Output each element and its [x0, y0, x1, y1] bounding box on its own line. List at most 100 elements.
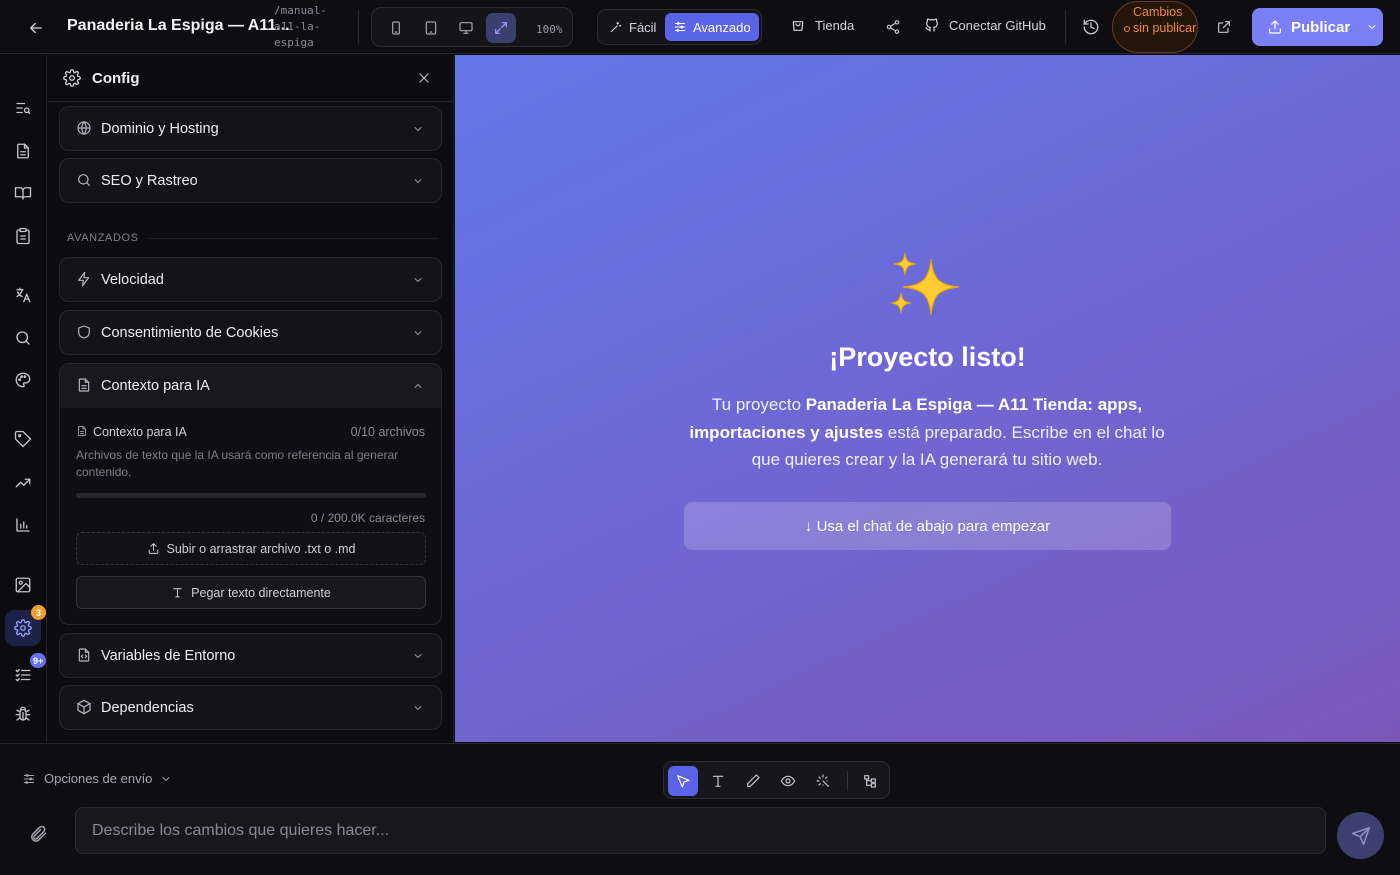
usage-progress-bar	[76, 493, 426, 498]
trending-up-icon[interactable]	[5, 465, 41, 501]
file-code-icon	[76, 647, 92, 663]
search-icon	[76, 172, 92, 188]
search-list-icon[interactable]	[5, 91, 41, 117]
config-panel-header: Config	[48, 55, 453, 102]
bar-chart-icon[interactable]	[5, 507, 41, 543]
image-icon[interactable]	[5, 567, 41, 603]
ready-text-prefix: Tu proyecto	[711, 395, 806, 414]
send-options-button[interactable]: Opciones de envío	[22, 771, 172, 786]
book-icon[interactable]	[5, 175, 41, 211]
send-options-label: Opciones de envío	[44, 771, 153, 786]
eye-icon[interactable]	[773, 766, 803, 796]
upload-icon	[148, 543, 158, 554]
divider	[148, 238, 438, 239]
store-label: Tienda	[815, 17, 855, 33]
unsaved-changes-badge[interactable]: Cambios sin publicar	[1112, 1, 1198, 53]
pages-icon[interactable]	[5, 133, 41, 169]
connect-github-button[interactable]: Conectar GitHub	[924, 17, 1046, 33]
mobile-view-icon[interactable]	[381, 13, 411, 43]
accordion-label: Variables de Entorno	[101, 648, 236, 664]
github-icon	[925, 18, 938, 32]
layers-tree-icon[interactable]	[855, 766, 885, 796]
tag-icon[interactable]	[5, 421, 41, 457]
back-arrow-icon[interactable]	[22, 14, 50, 42]
tablet-view-icon[interactable]	[416, 13, 446, 43]
accordion-cookies[interactable]: Consentimiento de Cookies	[59, 310, 442, 355]
easy-mode-button[interactable]: Fácil	[601, 13, 664, 41]
easy-mode-label: Fácil	[629, 19, 657, 35]
gear-icon	[63, 69, 81, 87]
search-icon[interactable]	[5, 320, 41, 356]
cursor-select-icon[interactable]	[668, 766, 698, 796]
text-icon	[173, 588, 182, 598]
shield-icon	[76, 324, 92, 340]
clipboard-icon[interactable]	[5, 218, 41, 254]
sliders-icon	[23, 773, 35, 784]
store-button[interactable]: Tienda	[790, 17, 854, 33]
ready-title: ¡Proyecto listo!	[829, 342, 1026, 372]
bug-icon[interactable]	[5, 696, 41, 732]
status-dot-icon	[1124, 26, 1130, 32]
shopping-bag-icon	[792, 21, 804, 31]
publish-label: Publicar	[1291, 18, 1351, 36]
advanced-mode-label: Avanzado	[693, 19, 751, 35]
project-title: Panaderia La Espiga — A11...	[67, 17, 290, 34]
sliders-icon	[674, 22, 686, 32]
accordion-speed[interactable]: Velocidad	[59, 257, 442, 302]
divider	[358, 10, 359, 44]
upload-file-button[interactable]: Subir o arrastrar archivo .txt o .md	[76, 532, 426, 565]
tasks-badge: 9+	[30, 653, 47, 668]
settings-badge: 3	[31, 605, 46, 620]
chat-hint-box: ↓ Usa el chat de abajo para empezar	[684, 502, 1171, 550]
chevron-down-icon[interactable]	[1366, 21, 1378, 33]
chevron-down-icon	[412, 327, 424, 339]
accordion-seo[interactable]: SEO y Rastreo	[59, 158, 442, 203]
fullscreen-view-icon[interactable]	[486, 13, 516, 43]
edit-tools-toolbar	[663, 761, 890, 799]
package-icon	[76, 699, 92, 715]
share-icon[interactable]	[884, 18, 902, 36]
ready-description: Tu proyecto Panaderia La Espiga — A11 Ti…	[677, 391, 1177, 474]
top-bar: Panaderia La Espiga — A11... /manual-a11…	[0, 0, 1400, 54]
paste-text-label: Pegar texto directamente	[191, 585, 331, 600]
close-icon[interactable]	[416, 70, 432, 86]
connect-github-label: Conectar GitHub	[949, 17, 1046, 33]
unsaved-changes-label: Cambios sin publicar	[1133, 5, 1197, 35]
context-description: Archivos de texto que la IA usará como r…	[76, 448, 399, 479]
accordion-ai-context-header[interactable]: Contexto para IA	[60, 364, 441, 408]
history-icon[interactable]	[1080, 16, 1102, 38]
chevron-down-icon	[412, 175, 424, 187]
external-link-icon[interactable]	[1215, 18, 1233, 36]
text-tool-icon[interactable]	[703, 766, 733, 796]
document-icon	[76, 377, 92, 393]
accordion-label: Dependencias	[101, 700, 194, 716]
advanced-mode-button[interactable]: Avanzado	[665, 13, 759, 41]
translate-icon[interactable]	[5, 277, 41, 313]
chat-input[interactable]	[75, 807, 1326, 854]
config-panel: Config Dominio y Hosting SEO y Rastreo A…	[48, 55, 454, 742]
paperclip-icon[interactable]	[28, 824, 48, 844]
upload-file-label: Subir o arrastrar archivo .txt o .md	[166, 541, 356, 556]
chevron-down-icon	[412, 123, 424, 135]
palette-icon[interactable]	[5, 362, 41, 398]
accordion-label: Contexto para IA	[101, 378, 210, 394]
accordion-env-vars[interactable]: Variables de Entorno	[59, 633, 442, 678]
accordion-domain-hosting[interactable]: Dominio y Hosting	[59, 106, 442, 151]
site-preview: ¡Proyecto listo! Tu proyecto Panaderia L…	[455, 55, 1400, 742]
chevron-down-icon	[412, 274, 424, 286]
pencil-icon[interactable]	[738, 766, 768, 796]
mode-switcher: Fácil Avanzado	[597, 9, 762, 45]
desktop-view-icon[interactable]	[451, 13, 481, 43]
project-slug: /manual-a11-la-espiga	[274, 4, 327, 49]
send-icon[interactable]	[1337, 812, 1384, 859]
magic-wand-icon	[610, 21, 622, 33]
chevron-up-icon	[412, 380, 424, 392]
chevron-down-icon	[412, 650, 424, 662]
zoom-level: 100%	[536, 23, 563, 36]
publish-button[interactable]: Publicar	[1252, 8, 1383, 46]
context-row-label: Contexto para IA	[93, 425, 187, 439]
paste-text-button[interactable]: Pegar texto directamente	[76, 576, 426, 609]
magic-cursor-icon[interactable]	[808, 766, 838, 796]
left-rail: 3 9+	[0, 55, 47, 742]
accordion-dependencies[interactable]: Dependencias	[59, 685, 442, 730]
